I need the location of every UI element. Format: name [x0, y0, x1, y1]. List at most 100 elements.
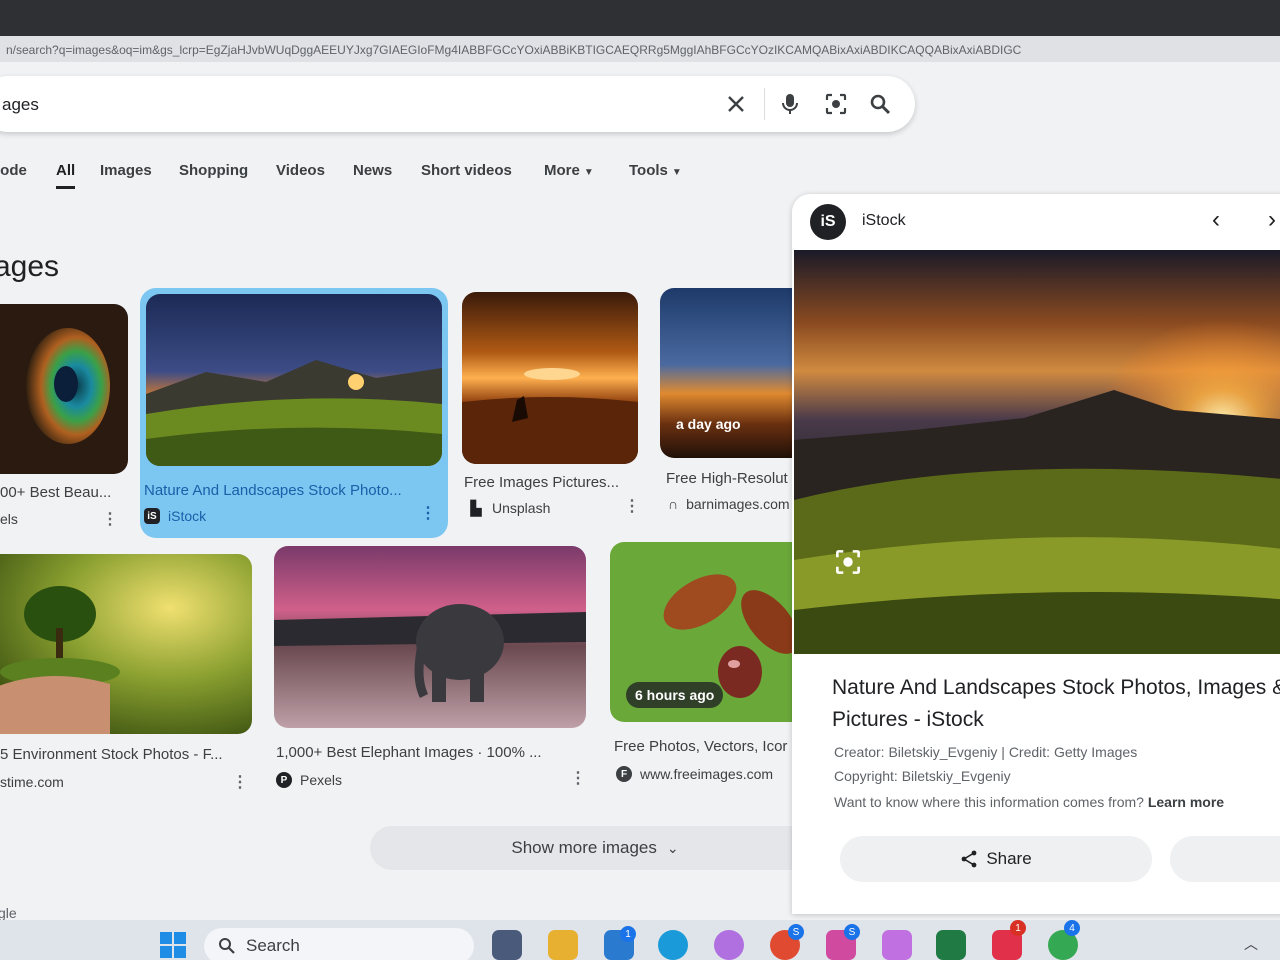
tab-shopping[interactable]: Shopping	[179, 162, 248, 179]
edge-icon[interactable]	[658, 930, 688, 960]
result-title[interactable]: Free Images Pictures...	[464, 474, 638, 491]
address-bar[interactable]: n/search?q=images&oq=im&gs_lcrp=EgZjaHJv…	[0, 36, 1280, 62]
chevron-right-icon[interactable]: ›	[1268, 206, 1276, 234]
more-options-icon[interactable]: ⋮	[420, 503, 436, 523]
close-icon[interactable]	[722, 90, 750, 118]
result-source-label: barnimages.com	[686, 496, 790, 512]
istock-logo-icon: iS	[144, 508, 160, 524]
result-source-label: Unsplash	[492, 500, 551, 516]
result-title[interactable]: 5 Environment Stock Photos - F...	[0, 746, 252, 763]
result-source[interactable]: stime.com	[0, 774, 64, 790]
panel-info-line: Want to know where this information come…	[834, 794, 1224, 810]
share-button[interactable]: Share	[840, 836, 1152, 882]
image-result[interactable]: 1,000+ Best Elephant Images · 100% ... P…	[274, 546, 586, 790]
chevron-left-icon[interactable]: ‹	[1212, 206, 1220, 234]
save-button[interactable]	[1170, 836, 1280, 882]
result-title[interactable]: Free Photos, Vectors, Icor	[614, 738, 810, 755]
result-source-label: www.freeimages.com	[640, 766, 774, 782]
result-source[interactable]: iS iStock	[144, 508, 206, 524]
result-source-label: Pexels	[300, 772, 343, 788]
caret-down-icon: ▼	[583, 167, 594, 178]
result-thumbnail[interactable]	[0, 554, 252, 734]
result-title[interactable]: 00+ Best Beau...	[0, 484, 120, 501]
more-options-icon[interactable]: ⋮	[624, 496, 640, 516]
search-query[interactable]: ages	[2, 95, 39, 115]
file-explorer-icon[interactable]	[548, 930, 578, 960]
panel-title[interactable]: Nature And Landscapes Stock Photos, Imag…	[832, 672, 1280, 736]
tab-all[interactable]: All	[56, 162, 76, 189]
result-thumbnail[interactable]	[146, 294, 442, 466]
image-preview-panel: iS iStock ‹ › Nature And Landscapes Stoc…	[792, 194, 1280, 914]
result-source[interactable]: els	[0, 511, 18, 527]
copilot-icon[interactable]	[714, 930, 744, 960]
chevron-up-icon[interactable]: ︿	[1244, 934, 1258, 954]
time-badge: 6 hours ago	[626, 682, 724, 708]
result-source-label: iStock	[168, 508, 207, 524]
result-source[interactable]: ▙ Unsplash	[468, 500, 551, 517]
task-view-icon[interactable]	[492, 930, 522, 960]
result-source-label: stime.com	[0, 774, 64, 790]
lens-search-icon[interactable]	[828, 542, 868, 582]
panel-info-question: Want to know where this information come…	[834, 794, 1144, 810]
notification-badge: 1	[620, 926, 636, 942]
time-badge: a day ago	[676, 416, 741, 432]
result-source[interactable]: P Pexels	[276, 772, 342, 788]
image-result[interactable]: Free Images Pictures... ▙ Unsplash ⋮	[462, 292, 640, 532]
result-title[interactable]: Nature And Landscapes Stock Photo...	[144, 482, 436, 499]
result-title[interactable]: 1,000+ Best Elephant Images · 100% ...	[276, 744, 582, 761]
result-title[interactable]: Free High-Resolut	[666, 470, 800, 487]
tab-mode[interactable]: lode	[0, 162, 27, 179]
panel-source-name[interactable]: iStock	[862, 212, 906, 230]
image-result[interactable]: 5 Environment Stock Photos - F... stime.…	[0, 554, 252, 794]
search-results-page: ages lode All Images Shopping Videos New…	[0, 62, 1280, 921]
learn-more-link[interactable]: Learn more	[1148, 794, 1224, 810]
freeimages-logo-icon: F	[616, 766, 632, 782]
excel-icon[interactable]	[936, 930, 966, 960]
tab-images[interactable]: Images	[100, 162, 152, 179]
barnimages-logo-icon: ∩	[668, 496, 679, 512]
profile-badge: 4	[1064, 920, 1080, 936]
lens-icon[interactable]	[822, 90, 850, 118]
panel-copyright: Copyright: Biletskiy_Evgeniy	[834, 768, 1011, 784]
caret-down-icon: ▼	[671, 167, 682, 178]
image-result[interactable]: a day ago Free High-Resolut ∩ barnimages.…	[660, 288, 800, 532]
taskbar-search[interactable]: Search	[204, 928, 474, 960]
tab-short-videos[interactable]: Short videos	[421, 162, 512, 179]
search-box[interactable]: ages	[0, 76, 915, 132]
istock-logo-icon: iS	[810, 204, 846, 240]
tab-more-label: More	[544, 162, 580, 179]
result-thumbnail[interactable]	[274, 546, 586, 728]
show-more-images-button[interactable]: Show more images ⌄	[370, 826, 820, 870]
mic-icon[interactable]	[776, 90, 804, 118]
result-thumbnail[interactable]	[0, 304, 128, 474]
pexels-logo-icon: P	[276, 772, 292, 788]
more-options-icon[interactable]: ⋮	[232, 772, 248, 792]
result-source[interactable]: ∩ barnimages.com	[668, 496, 790, 512]
search-icon	[219, 938, 235, 954]
profile-badge: S	[788, 924, 804, 940]
tab-videos[interactable]: Videos	[276, 162, 325, 179]
more-options-icon[interactable]: ⋮	[102, 509, 118, 529]
tab-tools-label: Tools	[629, 162, 668, 179]
tab-tools[interactable]: Tools ▼	[629, 162, 682, 179]
divider	[764, 88, 765, 120]
search-icon[interactable]	[866, 90, 894, 118]
result-thumbnail[interactable]	[660, 288, 800, 458]
tab-more[interactable]: More ▼	[544, 162, 594, 179]
more-options-icon[interactable]: ⋮	[570, 768, 586, 788]
tab-news[interactable]: News	[353, 162, 392, 179]
taskbar: Search 1 S S 1 4 ︿	[0, 920, 1280, 960]
result-source[interactable]: Fwww.freeimages.com	[616, 766, 773, 782]
panel-preview-image[interactable]	[794, 250, 1280, 654]
image-result[interactable]: 00+ Best Beau... els ⋮	[0, 304, 128, 544]
image-result[interactable]: 6 hours ago Free Photos, Vectors, Icor F…	[610, 542, 810, 788]
result-thumbnail[interactable]	[462, 292, 638, 464]
panel-creator: Creator: Biletskiy_Evgeniy | Credit: Get…	[834, 744, 1138, 760]
show-more-label: Show more images	[511, 838, 657, 857]
share-label: Share	[986, 849, 1032, 868]
windows-start-icon[interactable]	[160, 932, 186, 958]
image-result-selected[interactable]: Nature And Landscapes Stock Photo... iS i…	[144, 294, 442, 534]
snipping-tool-icon[interactable]	[882, 930, 912, 960]
section-title: ages	[0, 250, 60, 283]
result-source-label: els	[0, 511, 18, 527]
